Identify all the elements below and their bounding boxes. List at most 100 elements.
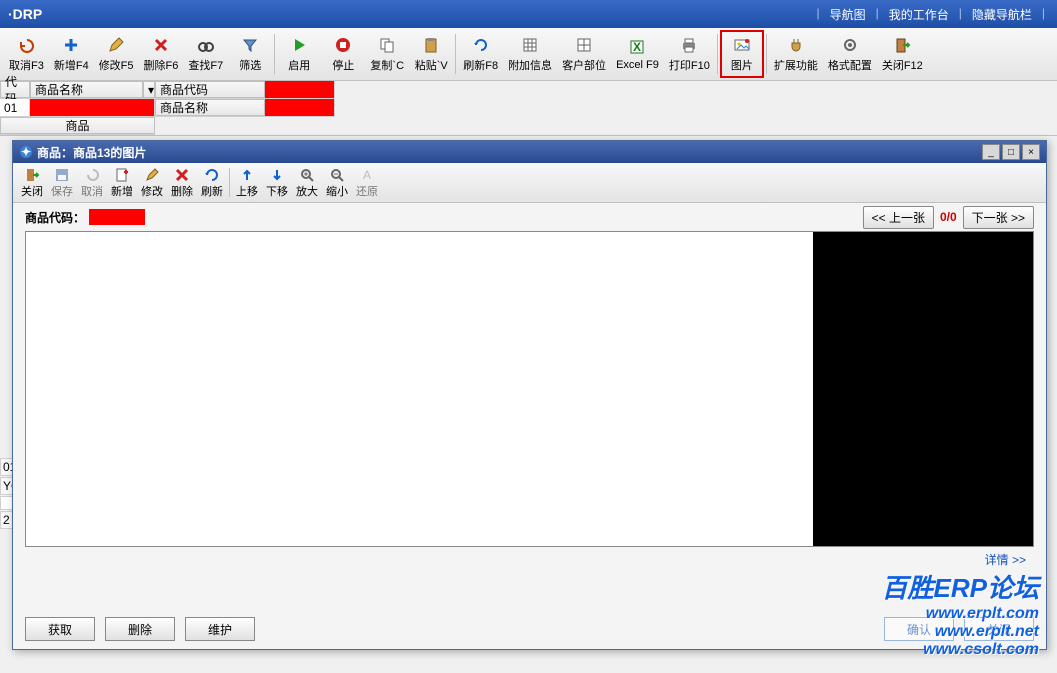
copy-icon	[377, 35, 397, 55]
dlg-cancel-button[interactable]: 取消	[77, 164, 107, 201]
arrow-down-icon	[268, 166, 286, 183]
dialog-titlebar[interactable]: ✦ 商品：商品13的图片 _ □ ×	[13, 141, 1046, 163]
ext-button[interactable]: 扩展功能	[769, 30, 823, 78]
arrow-up-icon	[238, 166, 256, 183]
stop-icon	[333, 35, 353, 55]
dlg-save-button[interactable]: 保存	[47, 164, 77, 201]
panel-name-value[interactable]: ■■■■	[265, 99, 335, 116]
svg-text:A: A	[363, 168, 371, 182]
image-button[interactable]: 图片	[720, 30, 764, 78]
floppy-icon	[53, 166, 71, 183]
paste-button[interactable]: 粘贴`V	[409, 30, 453, 78]
link-nav[interactable]: 导航图	[826, 6, 870, 23]
svg-text:✦: ✦	[21, 145, 31, 159]
filter-button[interactable]: 筛选	[228, 30, 272, 78]
app-header: ·DRP | 导航图 | 我的工作台 | 隐藏导航栏 |	[0, 0, 1057, 28]
refresh-button[interactable]: 刷新F8	[458, 30, 503, 78]
link-workbench[interactable]: 我的工作台	[885, 6, 953, 23]
start-button[interactable]: 启用	[277, 30, 321, 78]
code-value-redacted: ■ ■■■	[89, 209, 145, 225]
play-icon	[289, 35, 309, 55]
door-icon	[23, 166, 41, 183]
watermark-url3: www.csolt.com	[882, 641, 1039, 659]
copy-button[interactable]: 复制`C	[365, 30, 409, 78]
nav-row: 商品代码： ■ ■■■ << 上一张 0/0 下一张 >>	[13, 203, 1046, 231]
link-hide-nav[interactable]: 隐藏导航栏	[968, 6, 1036, 23]
header-links: | 导航图 | 我的工作台 | 隐藏导航栏 |	[812, 6, 1049, 23]
panel-name-label: 商品名称	[155, 99, 265, 116]
col-dropdown-icon[interactable]: ▾	[143, 81, 155, 98]
addinfo-button[interactable]: 附加信息	[503, 30, 557, 78]
watermark: 百胜ERP论坛 www.erplt.com www.erplt.net www.…	[882, 568, 1039, 659]
funnel-icon	[240, 35, 260, 55]
refresh-icon	[471, 35, 491, 55]
cancel-button[interactable]: 取消F3	[4, 30, 49, 78]
dlg-restore-button[interactable]: A还原	[352, 164, 382, 201]
undo-icon	[16, 35, 36, 55]
stop-button[interactable]: 停止	[321, 30, 365, 78]
printer-icon	[679, 35, 699, 55]
watermark-title: 百胜ERP论坛	[882, 568, 1039, 605]
prev-image-button[interactable]: << 上一张	[863, 206, 934, 229]
panel-code-label: 商品代码	[155, 81, 265, 98]
get-button[interactable]: 获取	[25, 617, 95, 641]
dlg-edit-button[interactable]: 修改	[137, 164, 167, 201]
watermark-url2: www.erplt.net	[882, 623, 1039, 641]
dlg-zoomin-button[interactable]: 放大	[292, 164, 322, 201]
image-icon	[732, 35, 752, 55]
paste-icon	[421, 35, 441, 55]
dlg-up-button[interactable]: 上移	[232, 164, 262, 201]
dlg-down-button[interactable]: 下移	[262, 164, 292, 201]
cell-name-redacted[interactable]: ████	[30, 99, 155, 116]
dialog-title: 商品：商品13的图片	[37, 144, 146, 161]
file-plus-icon	[113, 166, 131, 183]
dialog-close-button[interactable]: ×	[1022, 144, 1040, 160]
grid-icon	[574, 35, 594, 55]
watermark-url1: www.erplt.com	[882, 605, 1039, 623]
find-button[interactable]: 查找F7	[183, 30, 228, 78]
gear-icon	[840, 35, 860, 55]
svg-text:X: X	[633, 40, 641, 54]
excel-button[interactable]: XExcel F9	[611, 30, 664, 78]
image-canvas-right[interactable]	[813, 232, 1033, 546]
code-label: 商品代码：	[25, 209, 85, 226]
dlg-close-button[interactable]: 关闭	[17, 164, 47, 201]
binoculars-icon	[196, 35, 216, 55]
dialog-min-button[interactable]: _	[982, 144, 1000, 160]
close-button[interactable]: 关闭F12	[877, 30, 928, 78]
maintain-button[interactable]: 维护	[185, 617, 255, 641]
dlg-zoomout-button[interactable]: 缩小	[322, 164, 352, 201]
image-canvas-left[interactable]	[26, 232, 813, 546]
zoom-out-icon	[328, 166, 346, 183]
delete-bottom-button[interactable]: 删除	[105, 617, 175, 641]
zoom-in-icon	[298, 166, 316, 183]
pencil-icon	[143, 166, 161, 183]
refresh-icon	[203, 166, 221, 183]
delete-button[interactable]: 删除F6	[139, 30, 184, 78]
next-image-button[interactable]: 下一张 >>	[963, 206, 1034, 229]
panel-code-value[interactable]: ■■■■	[265, 81, 335, 98]
cell-code[interactable]: 01	[0, 99, 30, 116]
dlg-add-button[interactable]: 新增	[107, 164, 137, 201]
plug-icon	[786, 35, 806, 55]
app-title: ·DRP	[8, 6, 42, 22]
format-button[interactable]: 格式配置	[823, 30, 877, 78]
dialog-toolbar: 关闭 保存 取消 新增 修改 删除 刷新 上移 下移 放大 缩小 A还原	[13, 163, 1046, 203]
main-toolbar: 取消F3 新增F4 修改F5 删除F6 查找F7 筛选 启用 停止 复制`C 粘…	[0, 28, 1057, 81]
door-icon	[892, 35, 912, 55]
table-icon	[520, 35, 540, 55]
dlg-delete-button[interactable]: 删除	[167, 164, 197, 201]
stub-item[interactable]: 商品	[0, 117, 155, 134]
add-button[interactable]: 新增F4	[49, 30, 94, 78]
dialog-icon: ✦	[19, 145, 33, 159]
page-counter: 0/0	[940, 210, 957, 224]
col-name[interactable]: 商品名称	[30, 81, 143, 98]
custunit-button[interactable]: 客户部位	[557, 30, 611, 78]
edit-button[interactable]: 修改F5	[94, 30, 139, 78]
dlg-refresh-button[interactable]: 刷新	[197, 164, 227, 201]
col-code[interactable]: 代码	[0, 81, 30, 98]
x-icon	[173, 166, 191, 183]
pencil-icon	[106, 35, 126, 55]
print-button[interactable]: 打印F10	[664, 30, 715, 78]
dialog-max-button[interactable]: □	[1002, 144, 1020, 160]
